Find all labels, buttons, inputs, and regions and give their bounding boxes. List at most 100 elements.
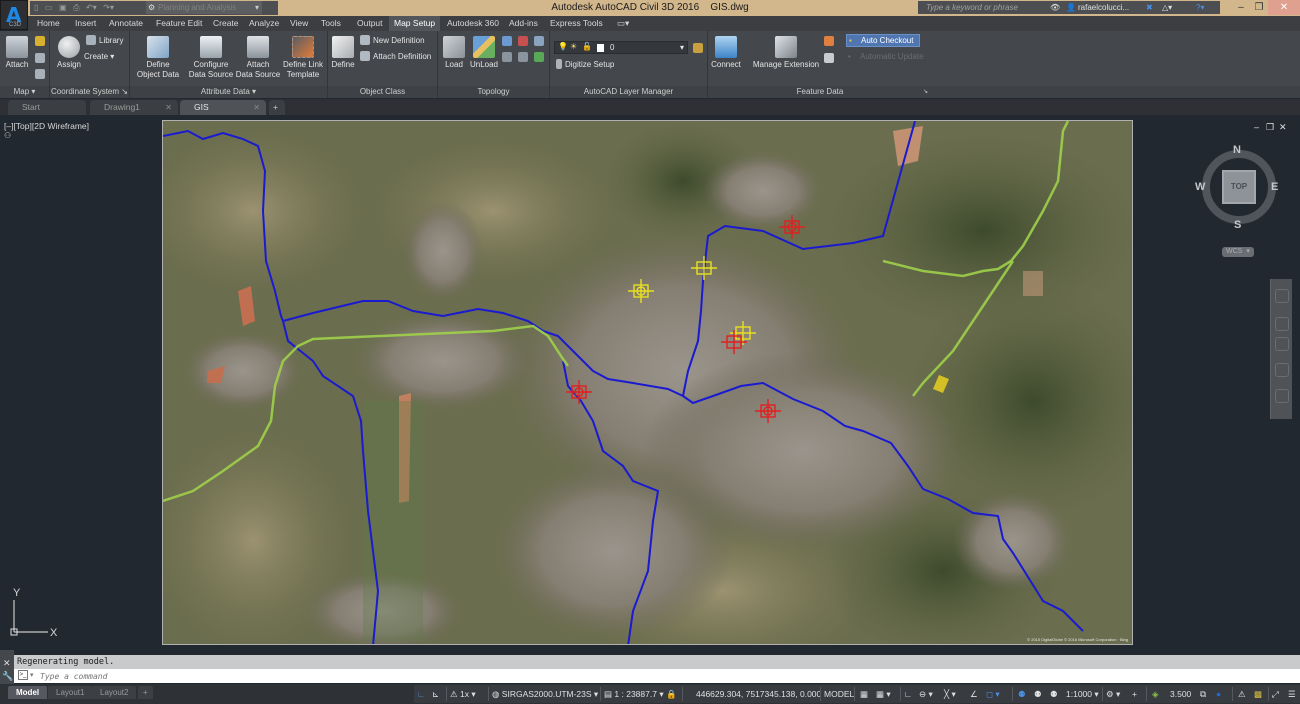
redo-icon[interactable]: ↷▾ <box>103 1 114 15</box>
manage-extension-button[interactable]: Manage Extension <box>750 36 822 70</box>
aerial-map-image[interactable]: © 2015 DigitalGlobe © 2016 Microsoft Cor… <box>162 120 1133 645</box>
command-line-grip[interactable]: ✕ 🔧 <box>0 650 14 684</box>
group-coordinate-system-label[interactable]: Coordinate System ↘ <box>50 86 129 98</box>
steering-wheel-icon[interactable] <box>1275 289 1289 303</box>
tab-annotate[interactable]: Annotate <box>104 16 148 31</box>
tab-tools[interactable]: Tools <box>316 16 346 31</box>
dynamic-ucs-icon[interactable]: ⊾ <box>432 685 439 703</box>
define-link-template-button[interactable]: Define Link Template <box>280 36 326 79</box>
topology-rename-icon[interactable] <box>534 36 544 46</box>
user-icon[interactable]: 👤 <box>1066 1 1076 14</box>
configure-data-source-button[interactable]: Configure Data Source <box>186 36 236 79</box>
clean-screen-icon[interactable]: ▩ <box>1254 685 1262 703</box>
load-topology-button[interactable]: Load <box>441 36 467 70</box>
open-icon[interactable]: ▭ <box>45 1 53 15</box>
tab-home[interactable]: Home <box>32 16 65 31</box>
tab-express-tools[interactable]: Express Tools <box>545 16 608 31</box>
help-icon[interactable]: ?▾ <box>1196 1 1204 14</box>
close-tab-icon[interactable]: ✕ <box>165 100 172 115</box>
application-menu-button[interactable]: A C3D <box>0 0 28 30</box>
drawing-viewport[interactable]: [–][Top][2D Wireframe] ⚇ © 2015 DigitalG… <box>0 116 1300 647</box>
recent-commands-dropdown[interactable]: ▾ <box>30 669 34 683</box>
annotation-visibility-icon[interactable]: ⚉ <box>1018 685 1026 703</box>
save-icon[interactable]: ▣ <box>59 1 67 15</box>
attach-definition-button[interactable]: Attach Definition <box>360 51 431 63</box>
ribbon-minimize-toggle-icon[interactable]: ▭▾ <box>612 16 634 31</box>
layer-freeze-icon[interactable]: ☀ <box>570 42 577 51</box>
wcs-menu[interactable]: WCS ▾ <box>1222 247 1254 257</box>
model-space-icon[interactable]: ∟ <box>417 685 425 703</box>
layer-dropdown[interactable]: 💡 ☀ 🔓 0 ▾ <box>554 41 688 54</box>
restore-button[interactable]: ❐ <box>1248 0 1270 15</box>
snap-mode-icon[interactable]: ▦ ▾ <box>876 685 891 703</box>
viewport-minimize-button[interactable]: – <box>1254 122 1259 132</box>
library-button[interactable]: Library <box>86 35 123 47</box>
workspace-switch-icon[interactable]: ⚙ ▾ <box>1106 685 1120 703</box>
tab-view[interactable]: View <box>285 16 313 31</box>
pan-icon[interactable] <box>1275 317 1289 331</box>
cursor-coordinates[interactable]: 446629.304, 7517345.138, 0.000 <box>696 685 821 703</box>
isometric-drafting-icon[interactable]: ╳ ▾ <box>944 685 956 703</box>
annotation-scale-selector[interactable]: 1:1000 ▾ <box>1066 685 1099 703</box>
command-prompt-icon[interactable]: >_ <box>18 670 28 680</box>
topology-overlay-icon[interactable] <box>534 52 544 62</box>
viewcube-top-face[interactable]: TOP <box>1222 170 1256 204</box>
tab-analyze[interactable]: Analyze <box>244 16 284 31</box>
close-command-line-icon[interactable]: ✕ <box>3 658 11 669</box>
object-snap-icon[interactable]: ◻ ▾ <box>986 685 1000 703</box>
layout-tab-layout2[interactable]: Layout2 <box>92 686 137 699</box>
doc-tab-gis[interactable]: GIS ✕ <box>180 100 266 115</box>
tab-autodesk-360[interactable]: Autodesk 360 <box>442 16 504 31</box>
topology-edit-icon[interactable] <box>518 52 528 62</box>
lineweight-icon[interactable]: ◈ <box>1152 685 1159 703</box>
define-object-data-button[interactable]: Define Object Data <box>134 36 182 79</box>
map-scale-selector[interactable]: ▤ 1 : 23887.7 ▾ 🔒 <box>604 685 677 703</box>
ortho-icon[interactable]: ∟ <box>904 685 912 703</box>
compass-west[interactable]: W <box>1195 181 1205 193</box>
tab-insert[interactable]: Insert <box>70 16 101 31</box>
model-space-toggle[interactable]: MODEL <box>824 685 854 703</box>
group-map-label[interactable]: Map ▾ <box>0 86 49 98</box>
fullscreen-icon[interactable]: ⤢ <box>1272 685 1279 703</box>
exchange-icon[interactable]: ✖ <box>1146 1 1153 14</box>
plot-icon[interactable]: ⎙ <box>73 1 79 15</box>
annotation-monitor-icon[interactable]: + <box>1132 685 1137 703</box>
isolate-objects-icon[interactable]: ● <box>1216 685 1221 703</box>
tab-map-setup[interactable]: Map Setup <box>389 16 441 31</box>
layout-tab-layout1[interactable]: Layout1 <box>48 686 93 699</box>
customize-wrench-icon[interactable]: 🔧 <box>2 671 13 682</box>
attach-button[interactable]: Attach <box>3 36 31 70</box>
binoculars-icon[interactable]: 👁 <box>1050 1 1060 14</box>
username[interactable]: rafaelcolucci... <box>1078 1 1129 14</box>
topology-delete-icon[interactable] <box>518 36 528 46</box>
topology-info-icon[interactable] <box>502 36 512 46</box>
auto-scale-icon[interactable]: ⚉ <box>1034 685 1042 703</box>
doc-tab-drawing1[interactable]: Drawing1 ✕ <box>90 100 178 115</box>
showmotion-icon[interactable] <box>1275 389 1289 403</box>
viewport-close-button[interactable]: ✕ <box>1279 122 1287 133</box>
command-input[interactable] <box>40 669 1290 683</box>
close-button[interactable]: ✕ <box>1268 0 1300 15</box>
object-snap-tracking-icon[interactable]: ∠ <box>970 685 978 703</box>
feature-data-tool-icon[interactable] <box>824 36 834 46</box>
group-attribute-data-label[interactable]: Attribute Data ▾ <box>130 86 327 98</box>
layer-properties-icon[interactable] <box>693 43 703 53</box>
unload-topology-button[interactable]: UnLoad <box>468 36 500 70</box>
group-feature-data-label[interactable]: Feature Data ↘ <box>708 86 932 98</box>
customization-menu-icon[interactable]: ☰ <box>1288 685 1296 703</box>
coordinate-system-selector[interactable]: ◍ SIRGAS2000.UTM-23S ▾ <box>492 685 598 703</box>
compass-north[interactable]: N <box>1233 144 1241 156</box>
annotation-scale-toggle[interactable]: ⚠ 1x ▾ <box>450 685 476 703</box>
help-search-input[interactable]: Type a keyword or phrase <box>918 1 1046 14</box>
viewcube[interactable]: TOP N S E W <box>1195 144 1282 231</box>
compass-east[interactable]: E <box>1271 181 1278 193</box>
new-icon[interactable]: ▯ <box>34 1 38 15</box>
digitize-setup-button[interactable]: Digitize Setup <box>556 59 614 71</box>
topology-create-icon[interactable] <box>502 52 512 62</box>
lineweight-value[interactable]: 3.500 <box>1170 685 1191 703</box>
polar-tracking-icon[interactable]: ⊖ ▾ <box>919 685 933 703</box>
close-tab-icon[interactable]: ✕ <box>253 100 260 115</box>
layer-on-icon[interactable]: 💡 <box>558 42 568 51</box>
new-definition-button[interactable]: New Definition <box>360 35 425 47</box>
define-object-class-button[interactable]: Define <box>330 36 356 70</box>
